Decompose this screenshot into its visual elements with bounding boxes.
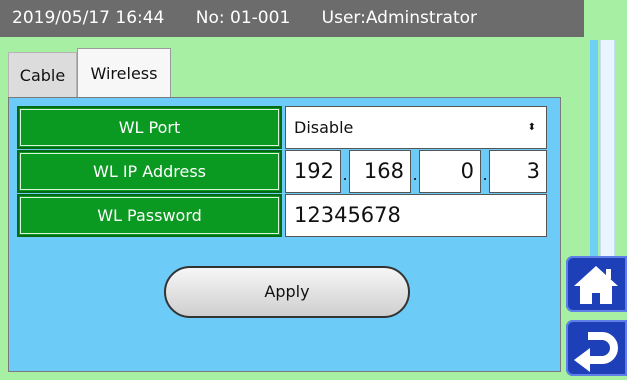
status-datetime: 2019/05/17 16:44 (12, 8, 165, 28)
select-caret-icon: ⬍ (527, 122, 536, 133)
wireless-settings-panel: WL Port Disable ⬍ WL IP Address 192 . 16… (8, 97, 561, 372)
tab-cable[interactable]: Cable (8, 52, 77, 97)
home-icon (574, 266, 618, 304)
wl-ip-octet-2[interactable]: 168 (349, 150, 411, 193)
wl-ip-label: WL IP Address (17, 150, 282, 193)
wl-port-label: WL Port (17, 106, 282, 149)
home-button[interactable] (566, 256, 627, 312)
ip-dot: . (482, 165, 488, 184)
wl-ip-octet-3[interactable]: 0 (419, 150, 481, 193)
wl-port-value: Disable (294, 118, 354, 137)
return-icon (574, 332, 618, 372)
wl-ip-octet-1[interactable]: 192 (285, 150, 341, 193)
wl-port-select[interactable]: Disable ⬍ (285, 106, 547, 149)
right-stripe-accent (590, 40, 598, 260)
wl-ip-octet-4[interactable]: 3 (489, 150, 547, 193)
apply-button[interactable]: Apply (164, 266, 410, 318)
wl-password-row: WL Password 12345678 (17, 194, 547, 237)
status-bar: 2019/05/17 16:44 No: 01-001 User:Adminst… (0, 0, 584, 37)
return-button[interactable] (566, 320, 627, 376)
status-user: User:Adminstrator (321, 8, 478, 28)
wl-ip-row: WL IP Address 192 . 168 . 0 . 3 (17, 150, 547, 193)
ip-dot: . (342, 165, 348, 184)
wl-password-input[interactable]: 12345678 (285, 194, 547, 237)
wl-password-label: WL Password (17, 194, 282, 237)
ip-dot: . (412, 165, 418, 184)
wl-port-row: WL Port Disable ⬍ (17, 106, 547, 149)
status-number: No: 01-001 (195, 8, 291, 28)
right-stripe-inner (600, 40, 615, 260)
tab-wireless[interactable]: Wireless (77, 48, 171, 97)
